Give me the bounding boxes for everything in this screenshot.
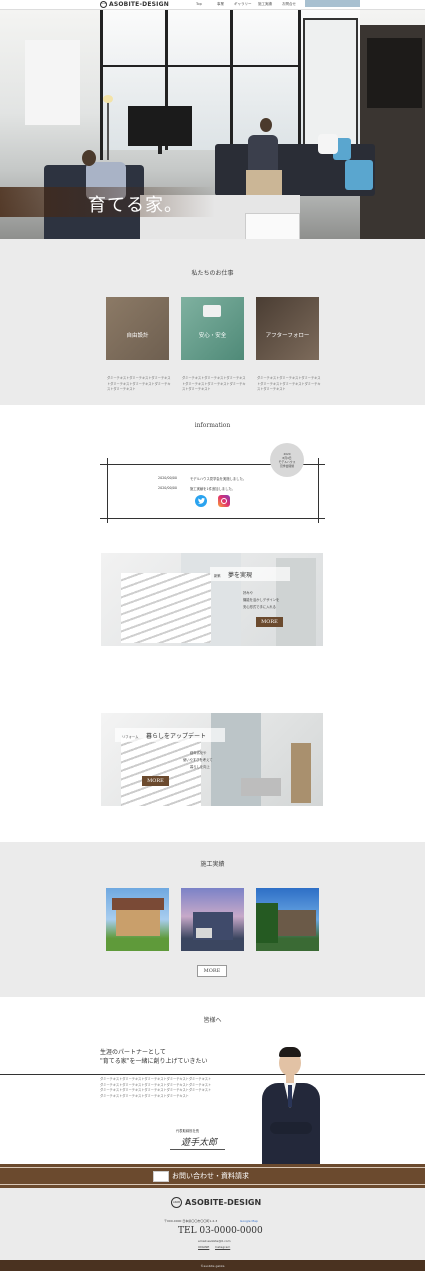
feature-title: 夢を実現	[228, 572, 253, 579]
footer-address: 〒000-0000 日本県〇〇市〇〇町1-2-3	[164, 1219, 218, 1223]
nav-top[interactable]: Top	[196, 2, 202, 6]
nav-business[interactable]: 事業	[217, 2, 224, 7]
nav-gallery[interactable]: ギャラリー	[234, 2, 252, 7]
information-title: information	[194, 422, 231, 429]
card-safety[interactable]: 安心・安全	[181, 297, 244, 360]
feature-line: 暮らしを向上	[190, 765, 210, 769]
footer-link-online[interactable]: ONLINE	[198, 1245, 209, 1249]
feature-line: 機能を活かしデザインを	[243, 598, 280, 602]
site-header	[0, 0, 425, 10]
header-logo[interactable]: ASOB ASOBITE-DESIGN	[100, 1, 169, 8]
result-house-1[interactable]	[106, 888, 169, 951]
mail-icon	[153, 1170, 169, 1182]
footer-logo[interactable]: ASOB ASOBITE-DESIGN	[171, 1197, 261, 1208]
card-desc: ダミーテキストダミーテキストダミーテキストダミーテキストダミーテキストダミーテキ…	[107, 376, 171, 391]
event-badge[interactable]: 2020 8月4日 モデルハウス 見学会開催	[270, 443, 304, 477]
message-lead: 生涯のパートナーとして	[100, 1049, 166, 1056]
card-after-follow[interactable]: アフターフォロー	[256, 297, 319, 360]
logo-mark: ASOB	[100, 1, 107, 8]
news-date: 2020/00/00	[158, 486, 178, 490]
results-more-button[interactable]: MORE	[197, 965, 227, 977]
feature1-more-button[interactable]: MORE	[256, 617, 283, 627]
feature2-more-button[interactable]: MORE	[142, 776, 169, 786]
feature-line: 安心形式で手に入れる	[243, 605, 276, 609]
cta-contact-button[interactable]: お問い合わせ・資料請求	[153, 1169, 271, 1183]
logo-mark: ASOB	[171, 1197, 182, 1208]
result-house-3[interactable]	[256, 888, 319, 951]
sign-role: 代表取締役社長	[176, 1129, 200, 1133]
feature-title: 暮らしをアップデート	[146, 733, 207, 740]
news-text[interactable]: 施工実績を1件追加しました。	[190, 486, 235, 491]
works-title: 私たちのお仕事	[191, 270, 234, 277]
card-label: アフターフォロー	[265, 333, 310, 339]
card-desc: ダミーテキストダミーテキストダミーテキストダミーテキストダミーテキストダミーテキ…	[257, 376, 321, 391]
copyright-bar: ©asobite gakka	[0, 1260, 425, 1271]
sign-name: 遊手太郎	[181, 1138, 218, 1148]
footer-link-instagram[interactable]: Instagram	[215, 1245, 230, 1249]
footer-map-link[interactable]: Google Map	[240, 1219, 258, 1223]
copyright: ©asobite gakka	[200, 1263, 225, 1268]
message-body: ダミーテキストダミーテキストダミーテキストダミーテキストダミーテキストダミーテキ…	[100, 1077, 212, 1098]
tv	[128, 106, 192, 146]
header-contact-button[interactable]	[305, 0, 360, 7]
ceo-photo	[262, 1047, 320, 1164]
feature-line: 使いやすさを考えて	[183, 758, 213, 762]
man-figure	[248, 135, 278, 175]
message-lead: "育てる家"を一緒に創り上げていきたい	[100, 1058, 208, 1065]
feature-tag: 新築	[214, 574, 221, 578]
message-title: 皆様へ	[203, 1017, 222, 1024]
logo-text: ASOBITE-DESIGN	[109, 1, 169, 8]
logo-text: ASOBITE-DESIGN	[185, 1198, 262, 1207]
instagram-icon[interactable]	[218, 495, 230, 507]
card-custom-design[interactable]: 自由設計	[106, 297, 169, 360]
result-house-2[interactable]	[181, 888, 244, 951]
news-date: 2020/00/00	[158, 476, 178, 480]
nav-contact[interactable]: お問合せ	[282, 2, 296, 7]
card-desc: ダミーテキストダミーテキストダミーテキストダミーテキストダミーテキストダミーテキ…	[182, 376, 246, 391]
results-title: 施工実績	[200, 861, 225, 868]
twitter-icon[interactable]	[195, 495, 207, 507]
card-label: 安心・安全	[198, 333, 227, 339]
feature-line: 好みや	[243, 591, 253, 595]
nav-results[interactable]: 施工実績	[258, 2, 272, 7]
feature-line: 経年劣化や	[190, 751, 207, 755]
coffee-table	[245, 213, 300, 239]
footer-tel[interactable]: TEL 03-0000-0000	[178, 1226, 263, 1236]
card-label: 自由設計	[126, 333, 149, 339]
hero-title: 育てる家。	[88, 195, 183, 216]
news-text[interactable]: モデルハウス見学会を実施しました。	[190, 476, 246, 481]
footer-email[interactable]: email:asobite@0.com	[198, 1239, 231, 1243]
feature-tag: リフォーム	[122, 735, 139, 739]
cta-label: お問い合わせ・資料請求	[172, 1172, 249, 1180]
